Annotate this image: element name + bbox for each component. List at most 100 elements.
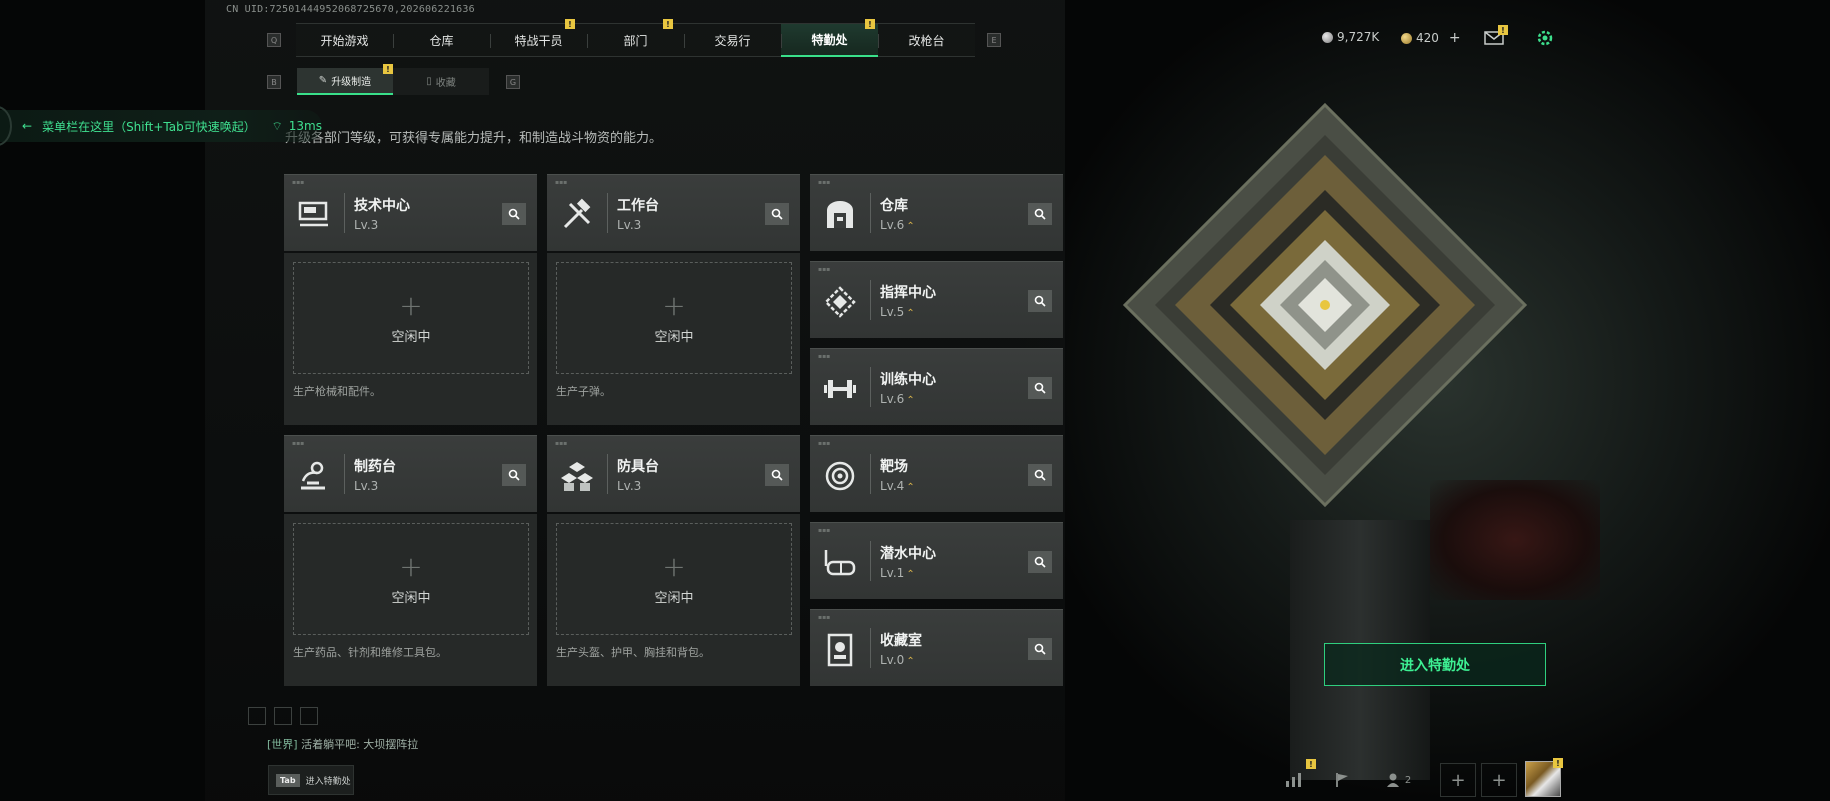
empty-slot-box[interactable]: + 空闲中 — [556, 262, 792, 374]
search-icon[interactable] — [765, 203, 789, 225]
facility-card-training-center[interactable]: ▪▪▪ 训练中心 Lv.6 ⌃ — [810, 348, 1063, 425]
team-button[interactable]: 2 — [1376, 763, 1420, 797]
tab-special-ops[interactable]: 特勤处! — [781, 19, 878, 57]
workshop-card-pharmacy[interactable]: ▪▪▪ 制药台 Lv.3 — [284, 435, 537, 512]
facility-level: Lv.5 ⌃ — [880, 305, 915, 319]
plus-icon: + — [399, 549, 423, 583]
craft-slot-armor-bench[interactable]: + 空闲中 生产头盔、护甲、胸挂和背包。 — [547, 514, 800, 686]
level-text: Lv.1 — [880, 566, 905, 580]
tab-gunsmith[interactable]: 改枪台 — [878, 23, 975, 57]
notification-badge: ! — [663, 19, 673, 29]
special-ops-cube-artwork — [1120, 100, 1530, 510]
nav-next-key[interactable]: E — [987, 33, 1001, 47]
tech-center-icon — [296, 197, 332, 233]
wifi-icon: ⌔ — [271, 118, 283, 133]
upgrade-arrow-icon: ⌃ — [906, 221, 915, 232]
gold-currency: 420 + — [1401, 30, 1461, 46]
tab-label: 交易行 — [714, 33, 751, 48]
add-slot-button[interactable]: + — [1481, 763, 1517, 797]
tab-operators[interactable]: 特战干员! — [490, 19, 587, 57]
sub-nav: ✎ 升级制造 ! ▯ 收藏 — [297, 64, 489, 95]
wrench-icon: ✎ — [318, 75, 328, 86]
card-divider — [607, 193, 608, 233]
card-divider — [870, 367, 871, 407]
facility-card-shooting-range[interactable]: ▪▪▪ 靶场 Lv.4 ⌃ — [810, 435, 1063, 512]
search-icon[interactable] — [765, 464, 789, 486]
workshop-card-tech-center[interactable]: ▪▪▪ 技术中心 Lv.3 — [284, 174, 537, 251]
tab-label: 收藏 — [435, 78, 456, 89]
workshop-level: Lv.3 — [354, 479, 379, 493]
nav-prev-key[interactable]: Q — [267, 33, 281, 47]
facility-level: Lv.0 ⌃ — [880, 653, 915, 667]
search-icon[interactable] — [502, 464, 526, 486]
warehouse-icon — [822, 197, 858, 233]
flag-button[interactable] — [1324, 763, 1360, 797]
facility-name: 靶场 — [880, 459, 908, 475]
slot-note: 生产枪械和配件。 — [293, 385, 381, 398]
armor-bench-icon — [559, 458, 595, 494]
add-gold-button[interactable]: + — [1449, 30, 1461, 46]
workshop-level: Lv.3 — [354, 218, 379, 232]
tab-key-hint[interactable]: Tab 进入特勤处 — [268, 765, 354, 795]
craft-slot-workbench[interactable]: + 空闲中 生产子弹。 — [547, 253, 800, 425]
search-icon[interactable] — [1028, 203, 1052, 225]
chat-frame-square — [248, 707, 266, 725]
subnav-prev-key[interactable]: B — [267, 75, 281, 89]
card-divider — [870, 454, 871, 494]
workshop-card-armor-bench[interactable]: ▪▪▪ 防具台 Lv.3 — [547, 435, 800, 512]
card-corner-mark: ▪▪▪ — [818, 266, 831, 273]
empty-slot-box[interactable]: + 空闲中 — [556, 523, 792, 635]
tab-label: 部门 — [623, 33, 648, 48]
search-icon[interactable] — [1028, 464, 1052, 486]
card-corner-mark: ▪▪▪ — [555, 440, 568, 447]
tab-start-game[interactable]: 开始游戏 — [296, 23, 393, 57]
flag-icon — [1336, 773, 1348, 787]
workshop-card-workbench[interactable]: ▪▪▪ 工作台 Lv.3 — [547, 174, 800, 251]
level-text: Lv.5 — [880, 305, 905, 319]
plus-icon: + — [399, 288, 423, 322]
level-text: Lv.0 — [880, 653, 905, 667]
gold-coin-icon — [1401, 32, 1412, 44]
search-icon[interactable] — [1028, 290, 1052, 312]
player-avatar[interactable]: ! — [1525, 758, 1563, 797]
workshop-name: 技术中心 — [354, 198, 410, 214]
workshop-name: 制药台 — [354, 459, 396, 475]
card-divider — [870, 628, 871, 668]
tab-collection[interactable]: ▯ 收藏 — [393, 68, 489, 95]
world-chat[interactable]: [世界] 活着躺平吧: 大坝摆阵拉 — [267, 736, 418, 752]
plus-icon: + — [1491, 769, 1507, 791]
menu-hint-overlay[interactable]: ← 菜单栏在这里（Shift+Tab可快速唤起） ⌔ 13ms — [0, 106, 322, 146]
tab-upgrade-craft[interactable]: ✎ 升级制造 ! — [297, 64, 393, 95]
menu-hint-text: 菜单栏在这里（Shift+Tab可快速唤起） — [42, 119, 256, 134]
craft-slot-tech-center[interactable]: + 空闲中 生产枪械和配件。 — [284, 253, 537, 425]
mail-icon[interactable]: ! — [1484, 25, 1508, 46]
team-count: 2 — [1404, 774, 1412, 786]
level-text: Lv.6 — [880, 218, 905, 232]
card-corner-mark: ▪▪▪ — [555, 179, 568, 186]
stats-button[interactable]: ! — [1276, 759, 1316, 797]
upgrade-arrow-icon: ⌃ — [906, 569, 915, 580]
facility-level: Lv.1 ⌃ — [880, 566, 915, 580]
enter-special-ops-button[interactable]: 进入特勤处 — [1324, 643, 1546, 686]
chat-frame-square — [300, 707, 318, 725]
tab-departments[interactable]: 部门! — [587, 19, 684, 57]
search-icon[interactable] — [1028, 551, 1052, 573]
facility-card-command-center[interactable]: ▪▪▪ 指挥中心 Lv.5 ⌃ — [810, 261, 1063, 338]
facility-card-collection-room[interactable]: ▪▪▪ 收藏室 Lv.0 ⌃ — [810, 609, 1063, 686]
notification-badge: ! — [1498, 25, 1508, 35]
empty-slot-box[interactable]: + 空闲中 — [293, 262, 529, 374]
search-icon[interactable] — [1028, 638, 1052, 660]
diving-center-icon — [822, 545, 858, 581]
add-slot-button[interactable]: + — [1440, 763, 1476, 797]
search-icon[interactable] — [1028, 377, 1052, 399]
subnav-next-key[interactable]: G — [506, 75, 520, 89]
empty-slot-box[interactable]: + 空闲中 — [293, 523, 529, 635]
tab-warehouse[interactable]: 仓库 — [393, 23, 490, 57]
facility-card-warehouse[interactable]: ▪▪▪ 仓库 Lv.6 ⌃ — [810, 174, 1063, 251]
tab-label: 特战干员 — [514, 33, 563, 48]
facility-card-diving-center[interactable]: ▪▪▪ 潜水中心 Lv.1 ⌃ — [810, 522, 1063, 599]
settings-icon[interactable] — [1535, 28, 1557, 50]
craft-slot-pharmacy[interactable]: + 空闲中 生产药品、针剂和维修工具包。 — [284, 514, 537, 686]
search-icon[interactable] — [502, 203, 526, 225]
tab-trading[interactable]: 交易行 — [684, 23, 781, 57]
